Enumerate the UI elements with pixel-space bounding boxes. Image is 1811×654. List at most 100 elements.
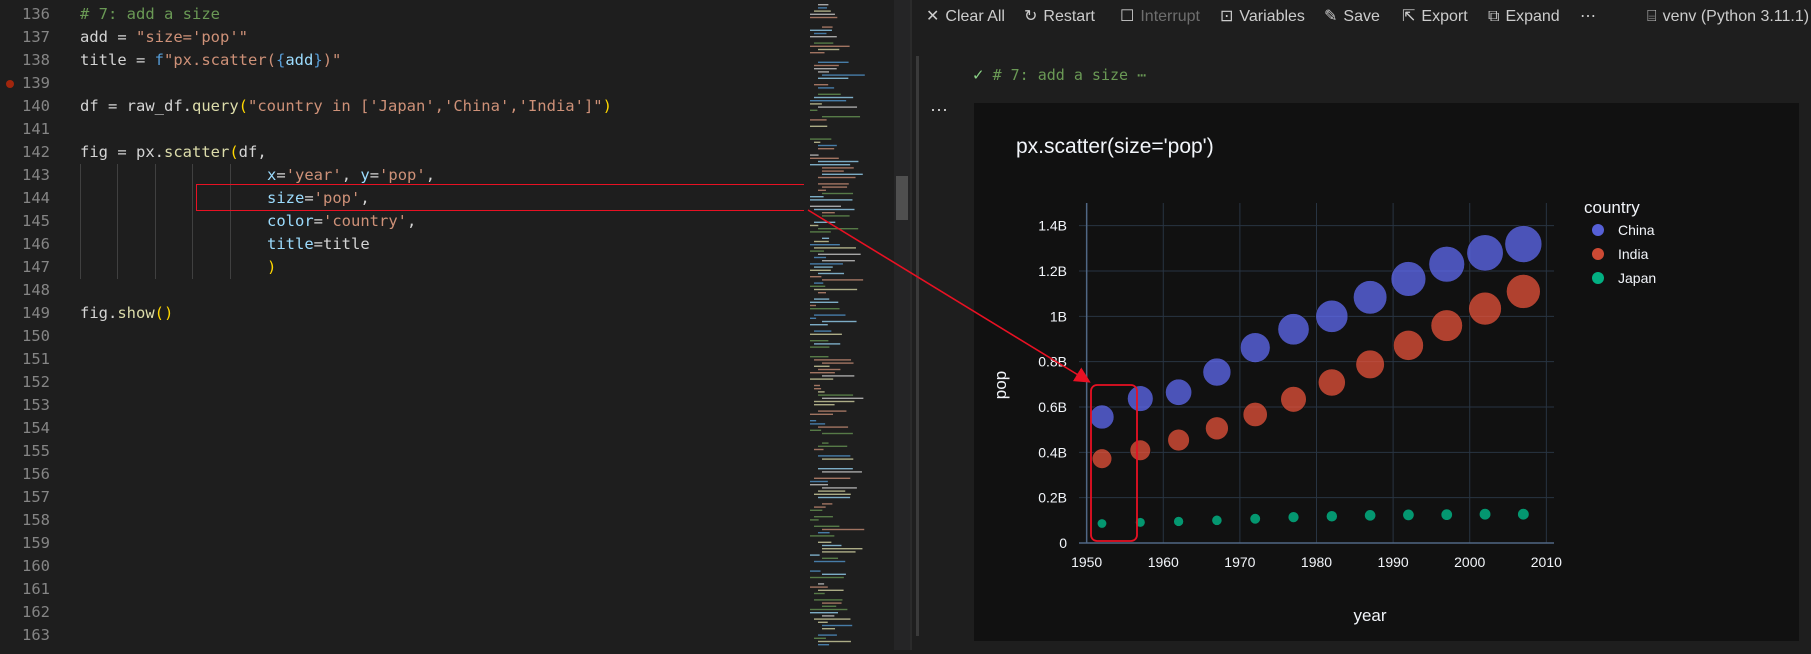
scrollbar-thumb[interactable] (896, 176, 908, 220)
code-line[interactable]: 145 color='country', (0, 210, 804, 233)
code-line[interactable]: 157 (0, 486, 804, 509)
minimap-line (814, 298, 830, 300)
minimap-line (814, 240, 829, 243)
indent-guide (192, 187, 194, 210)
indent-guide (80, 187, 81, 210)
code-line[interactable]: 159 (0, 532, 804, 555)
code-line[interactable]: 158 (0, 509, 804, 532)
data-point-india (1091, 448, 1113, 469)
minimap-line (810, 301, 839, 303)
code-token: , (341, 166, 361, 184)
minimap-line (818, 106, 858, 108)
interrupt-label: Interrupt (1140, 8, 1200, 25)
code-line[interactable]: 151 (0, 348, 804, 371)
minimap-line (810, 250, 824, 252)
more-actions-button[interactable]: ⋯ (1580, 0, 1596, 34)
save-button[interactable]: ✎ Save (1324, 0, 1380, 34)
minimap-line (822, 362, 854, 364)
minimap-line (822, 279, 864, 281)
data-point-japan (1325, 510, 1338, 523)
minimap-line (818, 394, 854, 396)
minimap-line (818, 183, 849, 185)
minimap-line (810, 429, 822, 431)
minimap-line (822, 548, 863, 550)
code-line[interactable]: 148 (0, 279, 804, 302)
code-line[interactable]: 152 (0, 371, 804, 394)
line-number: 162 (22, 603, 50, 621)
minimap-line (814, 10, 831, 12)
minimap-line (822, 432, 853, 435)
minimap-line (822, 215, 850, 217)
code-line[interactable]: 162 (0, 601, 804, 624)
code-line[interactable]: 146 title=title (0, 233, 804, 256)
data-point-japan (1211, 514, 1223, 526)
code-line[interactable]: 136 # 7: add a size (0, 3, 804, 26)
code-line[interactable]: 161 (0, 578, 804, 601)
plotly-figure[interactable]: 1950 1960 1970 1980 1990 2000 2010 0 0.2B 0.4B 0.6… (974, 103, 1799, 641)
code-text: add = "size='pop'" (80, 26, 248, 49)
minimap-line (814, 330, 832, 332)
editor-scrollbar[interactable] (894, 0, 910, 650)
minimap-line (814, 282, 824, 284)
minimap-line (810, 535, 835, 537)
code-line[interactable]: 154 (0, 417, 804, 440)
minimap-line (814, 221, 836, 223)
code-token: = (276, 166, 286, 184)
minimap-line (814, 68, 837, 70)
line-number: 159 (22, 534, 50, 552)
minimap[interactable] (804, 0, 894, 650)
code-token: () (154, 304, 174, 322)
x-tick-label: 1980 (1301, 554, 1332, 570)
code-line[interactable]: 155 (0, 440, 804, 463)
code-line[interactable]: 140 df = raw_df.query("country in ['Japan… (0, 95, 804, 118)
minimap-line (818, 532, 830, 534)
data-point-india (1355, 349, 1385, 379)
indent-guide (154, 187, 156, 210)
expand-button[interactable]: ⧉ Expand (1488, 0, 1560, 34)
code-line[interactable]: 163 (0, 624, 804, 647)
code-line[interactable]: 141 (0, 118, 804, 141)
code-line[interactable]: 137 add = "size='pop'" (0, 26, 804, 49)
data-point-india (1242, 402, 1268, 427)
minimap-line (810, 346, 830, 348)
breakpoint-icon[interactable] (6, 80, 14, 88)
code-token: query (192, 97, 239, 115)
clear-all-button[interactable]: ✕ Clear All (926, 0, 1005, 34)
cell-output-menu-button[interactable]: ⋯ (930, 100, 948, 121)
minimap-line (822, 551, 856, 553)
minimap-line (810, 52, 825, 54)
code-token: "country in ['Japan','China','India']" (248, 97, 603, 115)
line-number: 150 (22, 327, 50, 345)
data-point-china (1165, 378, 1193, 406)
code-token: )" (322, 51, 342, 69)
interrupt-button[interactable]: ☐ Interrupt (1120, 0, 1200, 34)
y-tick-label: 1B (1050, 308, 1067, 324)
code-line[interactable]: 142 fig = px.scatter(df, (0, 141, 804, 164)
kernel-picker[interactable]: ⌸ venv (Python 3.11.1) (1647, 0, 1809, 34)
minimap-line (810, 285, 826, 287)
data-point-china (1428, 246, 1465, 283)
minimap-line (814, 477, 851, 479)
minimap-line (814, 141, 821, 143)
code-line[interactable]: 147) (0, 256, 804, 279)
minimap-line (810, 45, 850, 47)
code-line[interactable]: 160 (0, 555, 804, 578)
code-editor[interactable]: 136 # 7: add a size 137 add = "size='pop'" 1… (0, 0, 804, 650)
code-token: , (425, 166, 436, 184)
export-button[interactable]: ⇱ Export (1402, 0, 1468, 34)
data-point-india (1506, 274, 1541, 309)
code-line[interactable]: 156 (0, 463, 804, 486)
cell-header[interactable]: ✓ # 7: add a size ⋯ (972, 62, 1146, 88)
minimap-line (810, 608, 848, 611)
code-line[interactable]: 149 fig.show() (0, 302, 804, 325)
minimap-line (814, 637, 826, 639)
code-line[interactable]: 138 title = f"px.scatter({add})" (0, 49, 804, 72)
code-line[interactable]: 150 (0, 325, 804, 348)
restart-button[interactable]: ↻ Restart (1024, 0, 1095, 34)
code-line[interactable]: 139 (0, 72, 804, 95)
variables-icon: ⊡ (1220, 8, 1234, 25)
minimap-line (810, 317, 817, 319)
variables-button[interactable]: ⊡ Variables (1220, 0, 1305, 34)
code-line[interactable]: 153 (0, 394, 804, 417)
line-number: 140 (22, 97, 50, 115)
